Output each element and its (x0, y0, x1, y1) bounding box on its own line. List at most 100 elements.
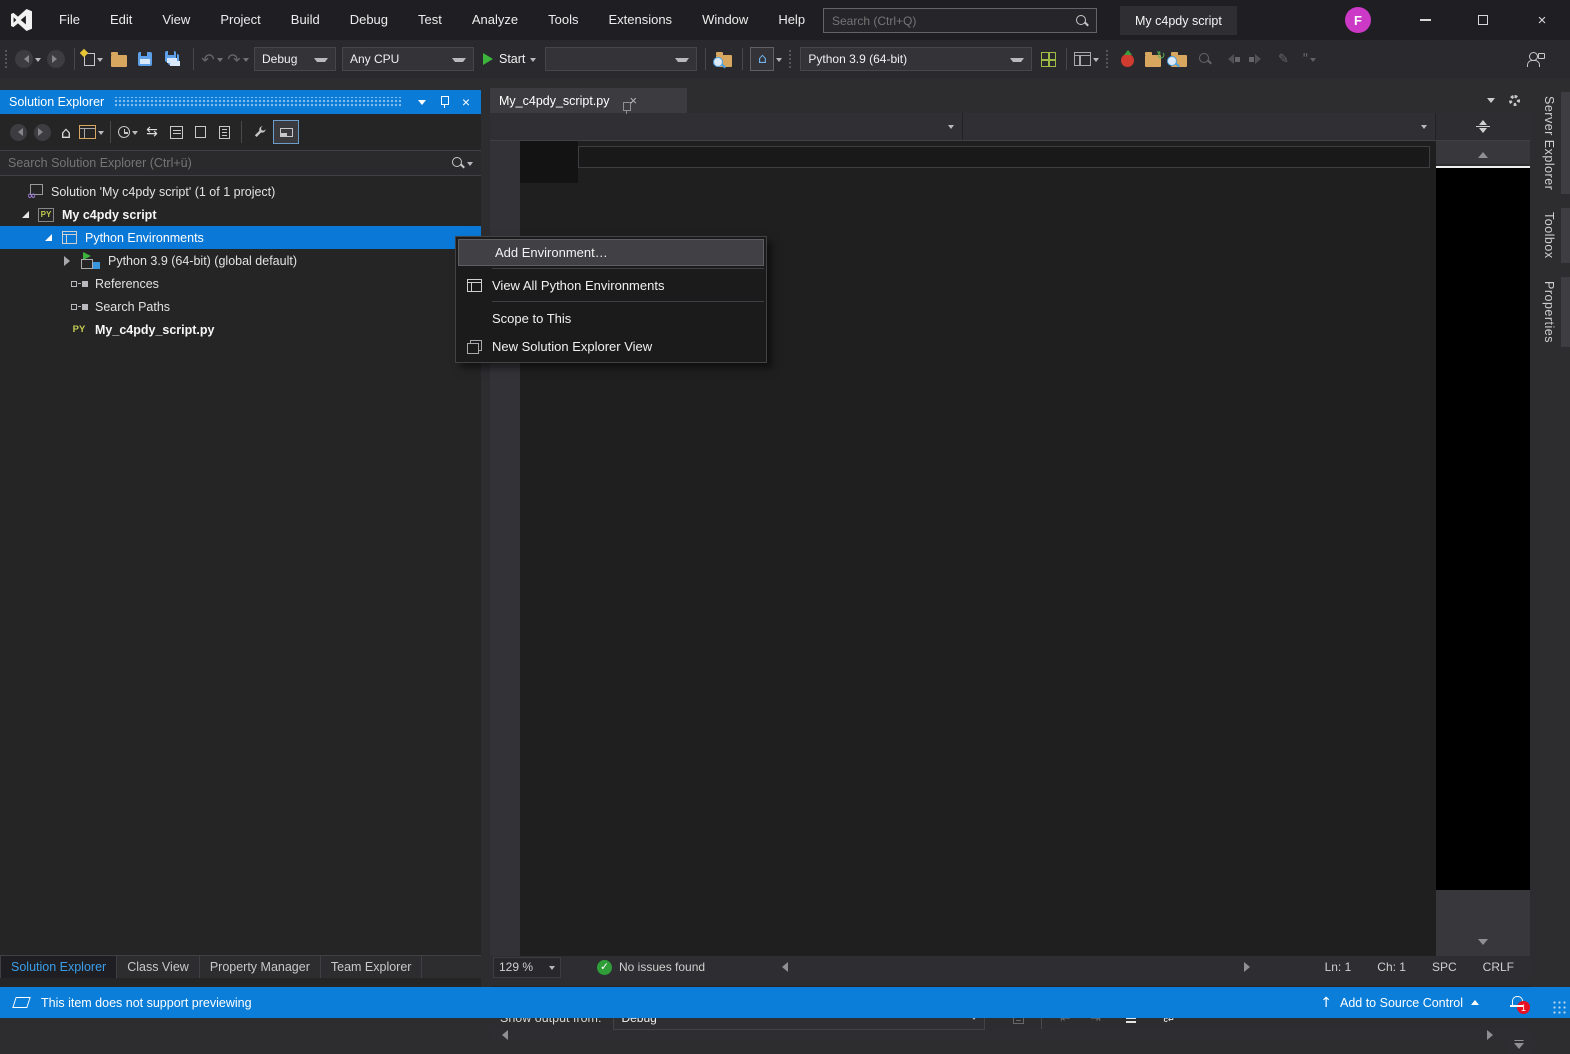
sync-with-active-document-button[interactable]: ⇆ (141, 120, 163, 144)
se-back-button[interactable] (7, 120, 29, 144)
extension-tomato-button[interactable] (1116, 46, 1138, 72)
menu-file[interactable]: File (44, 0, 95, 40)
search-icon[interactable] (1075, 14, 1089, 28)
tab-server-explorer[interactable]: Server Explorer (1540, 92, 1570, 194)
window-layout-button[interactable] (1074, 46, 1099, 72)
line-indicator[interactable]: Ln: 1 (1325, 960, 1352, 974)
map-mode-scrollbar[interactable] (1436, 141, 1530, 956)
close-button[interactable]: × (1519, 0, 1565, 40)
tree-item-search-paths[interactable]: Search Paths (0, 295, 481, 318)
python-environment-combo[interactable]: Python 3.9 (64-bit) (800, 47, 1032, 71)
scroll-down-button[interactable] (1507, 1043, 1530, 1054)
scrollbar-splitter[interactable] (1436, 113, 1530, 140)
se-forward-button[interactable] (31, 120, 53, 144)
notifications-bell-icon[interactable]: 1 (1509, 995, 1524, 1010)
home-button[interactable]: ⌂ (750, 46, 782, 72)
menu-item-add-environment[interactable]: Add Environment… (458, 239, 764, 266)
configuration-combo[interactable]: Debug (254, 47, 336, 71)
document-tab[interactable]: My_c4pdy_script.py × (490, 88, 687, 113)
save-all-button[interactable] (160, 46, 186, 72)
line-ending-indicator[interactable]: CRLF (1483, 960, 1514, 974)
menu-item-view-all-environments[interactable]: View All Python Environments (456, 271, 766, 299)
search-input[interactable] (824, 14, 1075, 28)
open-file-button[interactable] (108, 46, 130, 72)
tree-item-solution[interactable]: Solution 'My c4pdy script' (1 of 1 proje… (0, 180, 481, 203)
extension-search-button[interactable] (1168, 46, 1190, 72)
output-horizontal-scrollbar[interactable] (490, 1030, 1530, 1040)
start-debug-button[interactable]: Start (483, 46, 536, 72)
se-search-input[interactable] (8, 156, 451, 170)
scroll-left-arrow[interactable] (777, 962, 788, 972)
menu-test[interactable]: Test (403, 0, 457, 40)
collapse-all-button[interactable] (165, 120, 187, 144)
platform-combo[interactable]: Any CPU (342, 47, 474, 71)
menu-debug[interactable]: Debug (335, 0, 403, 40)
expander-closed-icon[interactable] (64, 256, 75, 266)
chevron-up-icon[interactable] (1471, 996, 1479, 1005)
panel-splitter[interactable] (490, 979, 1530, 986)
show-all-files-button[interactable] (189, 120, 211, 144)
tree-item-python-env[interactable]: Python 3.9 (64-bit) (global default) (0, 249, 481, 272)
tab-solution-explorer[interactable]: Solution Explorer (0, 956, 117, 978)
user-avatar[interactable]: F (1345, 7, 1371, 33)
window-position-button[interactable] (411, 92, 433, 112)
tab-properties[interactable]: Properties (1540, 277, 1570, 347)
save-button[interactable] (134, 46, 156, 72)
member-dropdown[interactable] (963, 113, 1436, 140)
expander-open-icon[interactable] (45, 234, 52, 241)
menu-window[interactable]: Window (687, 0, 763, 40)
tree-item-project[interactable]: PY My c4pdy script (0, 203, 481, 226)
switch-views-button[interactable] (79, 120, 104, 144)
zoom-combo[interactable]: 129 % (493, 957, 561, 978)
menu-extensions[interactable]: Extensions (593, 0, 687, 40)
shift-left-button[interactable] (1220, 46, 1242, 72)
new-project-button[interactable] (82, 46, 104, 72)
scroll-down-button[interactable] (1436, 934, 1530, 956)
scroll-left-arrow[interactable] (497, 1030, 508, 1040)
menu-view[interactable]: View (147, 0, 205, 40)
search-icon[interactable] (451, 156, 465, 170)
add-to-source-control-button[interactable]: Add to Source Control (1340, 996, 1463, 1010)
navigate-back-button[interactable] (15, 46, 41, 72)
resize-grip[interactable] (1552, 1000, 1566, 1014)
tab-class-view[interactable]: Class View (117, 956, 200, 978)
menu-help[interactable]: Help (763, 0, 820, 40)
scroll-up-button[interactable] (1436, 141, 1530, 164)
find-in-files-button[interactable] (713, 46, 735, 72)
type-dropdown[interactable] (490, 113, 963, 140)
scrollbar-map[interactable] (1436, 166, 1530, 890)
scroll-right-arrow[interactable] (1487, 1030, 1498, 1040)
solution-explorer-titlebar[interactable]: Solution Explorer × (0, 90, 481, 114)
toolbar-drag-grip[interactable] (4, 49, 9, 69)
pin-button[interactable] (433, 92, 455, 112)
tree-item-python-environments[interactable]: Python Environments (0, 226, 481, 249)
redo-button[interactable]: ↷ (227, 46, 249, 72)
comment-button[interactable]: " (1298, 46, 1320, 72)
edit-button[interactable]: ✎ (1272, 46, 1294, 72)
properties-button[interactable] (213, 120, 235, 144)
tab-property-manager[interactable]: Property Manager (200, 956, 321, 978)
preview-selected-items-toggle[interactable] (273, 120, 299, 144)
find-symbol-button[interactable] (1194, 46, 1216, 72)
quick-search-box[interactable] (823, 8, 1097, 33)
tree-item-script-file[interactable]: PY My_c4pdy_script.py (0, 318, 481, 341)
navigate-forward-button[interactable] (45, 46, 67, 72)
menu-project[interactable]: Project (205, 0, 275, 40)
undo-button[interactable]: ↶ (201, 46, 223, 72)
solution-explorer-search[interactable] (0, 150, 481, 176)
close-panel-button[interactable]: × (455, 92, 477, 112)
menu-item-scope-to-this[interactable]: Scope to This (456, 304, 766, 332)
search-options-caret[interactable] (467, 162, 473, 169)
spaces-indicator[interactable]: SPC (1432, 960, 1457, 974)
expander-open-icon[interactable] (22, 211, 29, 218)
wrench-button[interactable] (248, 120, 270, 144)
menu-edit[interactable]: Edit (95, 0, 147, 40)
pending-changes-filter-button[interactable] (117, 120, 139, 144)
extension-folder-button[interactable]: ↻ (1142, 46, 1164, 72)
menu-build[interactable]: Build (276, 0, 335, 40)
menu-item-new-solution-explorer-view[interactable]: New Solution Explorer View (456, 332, 766, 360)
shift-right-button[interactable] (1246, 46, 1268, 72)
tab-team-explorer[interactable]: Team Explorer (321, 956, 423, 978)
menu-tools[interactable]: Tools (533, 0, 593, 40)
se-home-button[interactable]: ⌂ (55, 120, 77, 144)
